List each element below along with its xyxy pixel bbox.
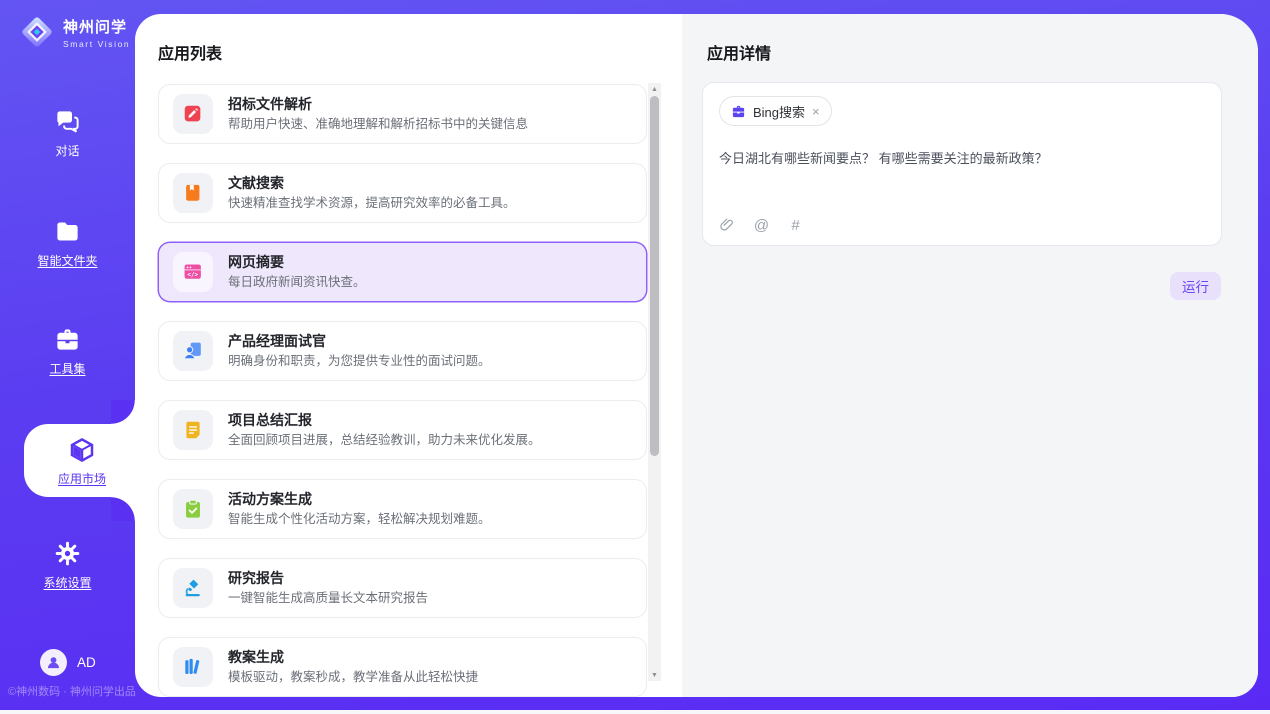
app-detail-title: 应用详情 bbox=[707, 40, 771, 64]
app-card-project-summary[interactable]: 项目总结汇报 全面回顾项目进展，总结经验教训，助力未来优化发展。 bbox=[158, 400, 647, 460]
close-icon[interactable]: × bbox=[812, 105, 820, 118]
cube-icon bbox=[67, 435, 97, 465]
app-description: 智能生成个性化活动方案，轻松解决规划难题。 bbox=[228, 510, 491, 529]
scrollbar-thumb[interactable] bbox=[650, 96, 659, 456]
scroll-down-icon[interactable]: ▼ bbox=[648, 669, 661, 681]
sidebar-item-label: 智能文件夹 bbox=[37, 252, 97, 269]
app-card-research-report[interactable]: 研究报告 一键智能生成高质量长文本研究报告 bbox=[158, 558, 647, 618]
app-name: 项目总结汇报 bbox=[228, 410, 541, 431]
app-name: 产品经理面试官 bbox=[228, 331, 491, 352]
prompt-input[interactable]: 今日湖北有哪些新闻要点？ 有哪些需要关注的最新政策？ bbox=[719, 149, 1199, 169]
app-name: 研究报告 bbox=[228, 568, 428, 589]
sidebar-item-toolset[interactable]: 工具集 bbox=[0, 326, 135, 377]
active-tab-fillet-bottom bbox=[111, 497, 135, 521]
app-name: 网页摘要 bbox=[228, 252, 366, 273]
books-icon bbox=[182, 656, 204, 678]
app-card-web-summary[interactable]: </> 网页摘要 每日政府新闻资讯快查。 bbox=[158, 242, 647, 302]
app-card-event-plan[interactable]: 活动方案生成 智能生成个性化活动方案，轻松解决规划难题。 bbox=[158, 479, 647, 539]
app-icon-box: </> bbox=[173, 252, 213, 292]
scroll-up-icon[interactable]: ▲ bbox=[648, 83, 661, 95]
at-icon[interactable]: @ bbox=[753, 217, 770, 234]
chat-icon bbox=[54, 108, 81, 135]
app-list-title: 应用列表 bbox=[158, 40, 222, 64]
app-icon-box bbox=[173, 173, 213, 213]
run-button[interactable]: 运行 bbox=[1170, 272, 1221, 300]
copyright-footer: ©神州数码 · 神州问学出品 bbox=[8, 683, 136, 699]
pencil-doc-icon bbox=[182, 103, 204, 125]
briefcase-icon bbox=[731, 104, 746, 119]
prompt-card: Bing搜索 × 今日湖北有哪些新闻要点？ 有哪些需要关注的最新政策？ @ # bbox=[702, 82, 1222, 246]
window-bottom-edge bbox=[0, 710, 1270, 714]
sidebar-item-settings[interactable]: 系统设置 bbox=[0, 540, 135, 591]
app-description: 全面回顾项目进展，总结经验教训，助力未来优化发展。 bbox=[228, 431, 541, 450]
sidebar-item-smart-folder[interactable]: 智能文件夹 bbox=[0, 218, 135, 269]
tool-chip-label: Bing搜索 bbox=[753, 102, 805, 121]
main-panel: 应用列表 招标文件解析 帮助用户快速、准确地理解和解析招标书中的关键信息 文献搜… bbox=[135, 14, 1258, 697]
sidebar-item-label: 系统设置 bbox=[43, 574, 91, 591]
app-description: 一键智能生成高质量长文本研究报告 bbox=[228, 589, 428, 608]
app-icon-box bbox=[173, 331, 213, 371]
scrollbar[interactable]: ▲ ▼ bbox=[648, 83, 661, 681]
app-icon-box bbox=[173, 94, 213, 134]
app-card-bid-document-parse[interactable]: 招标文件解析 帮助用户快速、准确地理解和解析招标书中的关键信息 bbox=[158, 84, 647, 144]
app-name: 教案生成 bbox=[228, 647, 478, 668]
brand-subtitle: Smart Vision bbox=[63, 39, 130, 49]
microscope-icon bbox=[182, 577, 204, 599]
sidebar-item-chat[interactable]: 对话 bbox=[0, 108, 135, 159]
clipboard-check-icon bbox=[182, 498, 204, 520]
app-window: 神州问学 Smart Vision 对话 智能文件夹 工具集 应用市场 系统设置… bbox=[0, 0, 1270, 714]
app-card-literature-search[interactable]: 文献搜索 快速精准查找学术资源，提高研究效率的必备工具。 bbox=[158, 163, 647, 223]
app-description: 每日政府新闻资讯快查。 bbox=[228, 273, 366, 292]
app-name: 招标文件解析 bbox=[228, 94, 528, 115]
app-card-pm-interviewer[interactable]: 产品经理面试官 明确身份和职责，为您提供专业性的面试问题。 bbox=[158, 321, 647, 381]
toolbox-icon bbox=[54, 326, 81, 353]
user-icon bbox=[45, 654, 62, 671]
avatar bbox=[40, 649, 67, 676]
app-card-lesson-plan[interactable]: 教案生成 模板驱动，教案秒成，教学准备从此轻松快捷 bbox=[158, 637, 647, 697]
app-description: 明确身份和职责，为您提供专业性的面试问题。 bbox=[228, 352, 491, 371]
app-description: 模板驱动，教案秒成，教学准备从此轻松快捷 bbox=[228, 668, 478, 687]
app-name: 活动方案生成 bbox=[228, 489, 491, 510]
app-name: 文献搜索 bbox=[228, 173, 516, 194]
sidebar-item-label: 工具集 bbox=[49, 360, 85, 377]
brand-logo: 神州问学 Smart Vision bbox=[18, 13, 130, 51]
composer-toolbar: @ # bbox=[719, 217, 804, 234]
brand-name: 神州问学 bbox=[63, 16, 130, 37]
interviewer-icon bbox=[182, 340, 204, 362]
app-icon-box bbox=[173, 568, 213, 608]
sidebar-item-label: 对话 bbox=[55, 142, 79, 159]
user-account[interactable]: AD bbox=[40, 649, 96, 676]
app-icon-box bbox=[173, 410, 213, 450]
active-tab-fillet-top bbox=[111, 400, 135, 424]
app-detail-panel: 应用详情 Bing搜索 × 今日湖北有哪些新闻要点？ 有哪些需要关注的最新政策？… bbox=[682, 14, 1258, 697]
folder-icon bbox=[54, 218, 81, 245]
user-name: AD bbox=[77, 655, 96, 670]
sidebar-item-app-market[interactable]: 应用市场 bbox=[24, 424, 140, 497]
svg-text:</>: </> bbox=[187, 272, 198, 278]
note-icon bbox=[182, 419, 204, 441]
app-description: 快速精准查找学术资源，提高研究效率的必备工具。 bbox=[228, 194, 516, 213]
sidebar-item-label: 应用市场 bbox=[58, 470, 106, 487]
tool-chip-bing-search[interactable]: Bing搜索 × bbox=[719, 96, 832, 126]
hash-icon[interactable]: # bbox=[787, 217, 804, 234]
app-description: 帮助用户快速、准确地理解和解析招标书中的关键信息 bbox=[228, 115, 528, 134]
browser-code-icon: </> bbox=[182, 261, 204, 283]
diamond-logo-icon bbox=[18, 13, 56, 51]
book-icon bbox=[182, 182, 204, 204]
gear-icon bbox=[54, 540, 81, 567]
paperclip-icon[interactable] bbox=[719, 217, 736, 234]
app-icon-box bbox=[173, 489, 213, 529]
app-icon-box bbox=[173, 647, 213, 687]
